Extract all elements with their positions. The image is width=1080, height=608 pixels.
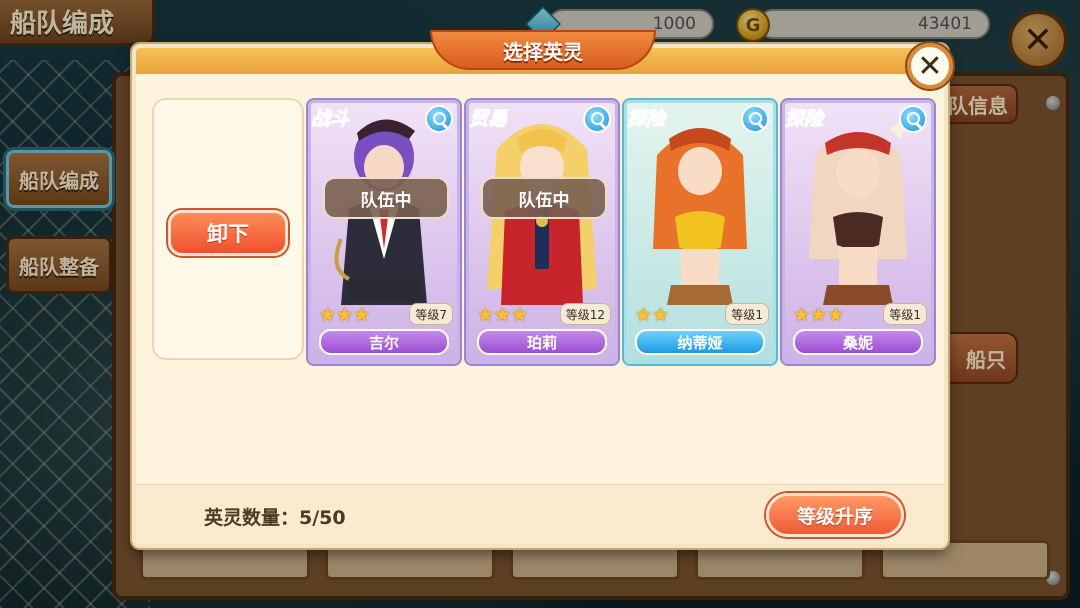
tag-trade: 贸易 xyxy=(469,107,508,130)
star-rating: ★★★ xyxy=(319,305,370,325)
sort-by-level-button[interactable]: 等级升序 xyxy=(766,493,904,537)
star-icon: ★★★ xyxy=(319,304,371,326)
star-rating: ★★★ xyxy=(477,305,528,325)
dialog-title: 选择英灵 xyxy=(430,30,656,70)
zoom-icon[interactable] xyxy=(741,105,769,133)
zoom-icon[interactable] xyxy=(899,105,927,133)
star-icon: ★★★ xyxy=(477,304,529,326)
unload-button[interactable]: 卸下 xyxy=(168,210,288,256)
hero-card[interactable]: 探险 ★★★ 等级1 桑妮 xyxy=(782,100,934,364)
hero-level: 等级7 xyxy=(409,303,453,325)
tag-explore: 探险 xyxy=(627,107,666,130)
select-hero-dialog: 卸下 战斗 队伍中 ★★★ 等级7 吉尔 贸易 队伍中 ★★★ 等级12 珀莉 … xyxy=(132,44,948,548)
dialog-footer: 英灵数量：5/50 等级升序 xyxy=(136,484,944,544)
star-rating: ★★★ xyxy=(793,305,844,325)
star-rating: ★★ xyxy=(635,305,669,325)
tag-explore: 探险 xyxy=(785,107,824,130)
selected-hero-slot: 卸下 xyxy=(152,98,304,360)
hero-card[interactable]: 探险 ★★ 等级1 纳蒂娅 xyxy=(624,100,776,364)
zoom-icon[interactable] xyxy=(583,105,611,133)
hero-card[interactable]: 贸易 队伍中 ★★★ 等级12 珀莉 xyxy=(466,100,618,364)
hero-level: 等级1 xyxy=(725,303,769,325)
hero-portrait-sangni xyxy=(809,115,909,305)
tag-battle: 战斗 xyxy=(311,107,350,130)
close-dialog-button[interactable]: ✕ xyxy=(907,43,953,89)
hero-level: 等级1 xyxy=(883,303,927,325)
close-icon: ✕ xyxy=(917,48,943,84)
in-team-badge: 队伍中 xyxy=(323,177,449,219)
hero-count-label: 英灵数量：5/50 xyxy=(204,507,346,529)
hero-card[interactable]: 战斗 队伍中 ★★★ 等级7 吉尔 xyxy=(308,100,460,364)
hero-name: 桑妮 xyxy=(793,329,923,355)
hero-name: 纳蒂娅 xyxy=(635,329,765,355)
zoom-icon[interactable] xyxy=(425,105,453,133)
hero-portrait-nadiya xyxy=(653,128,747,305)
hero-name: 珀莉 xyxy=(477,329,607,355)
star-icon: ★★★ xyxy=(793,304,845,326)
in-team-badge: 队伍中 xyxy=(481,177,607,219)
hero-level: 等级12 xyxy=(559,303,611,325)
star-icon: ★★ xyxy=(635,304,670,326)
hero-name: 吉尔 xyxy=(319,329,449,355)
